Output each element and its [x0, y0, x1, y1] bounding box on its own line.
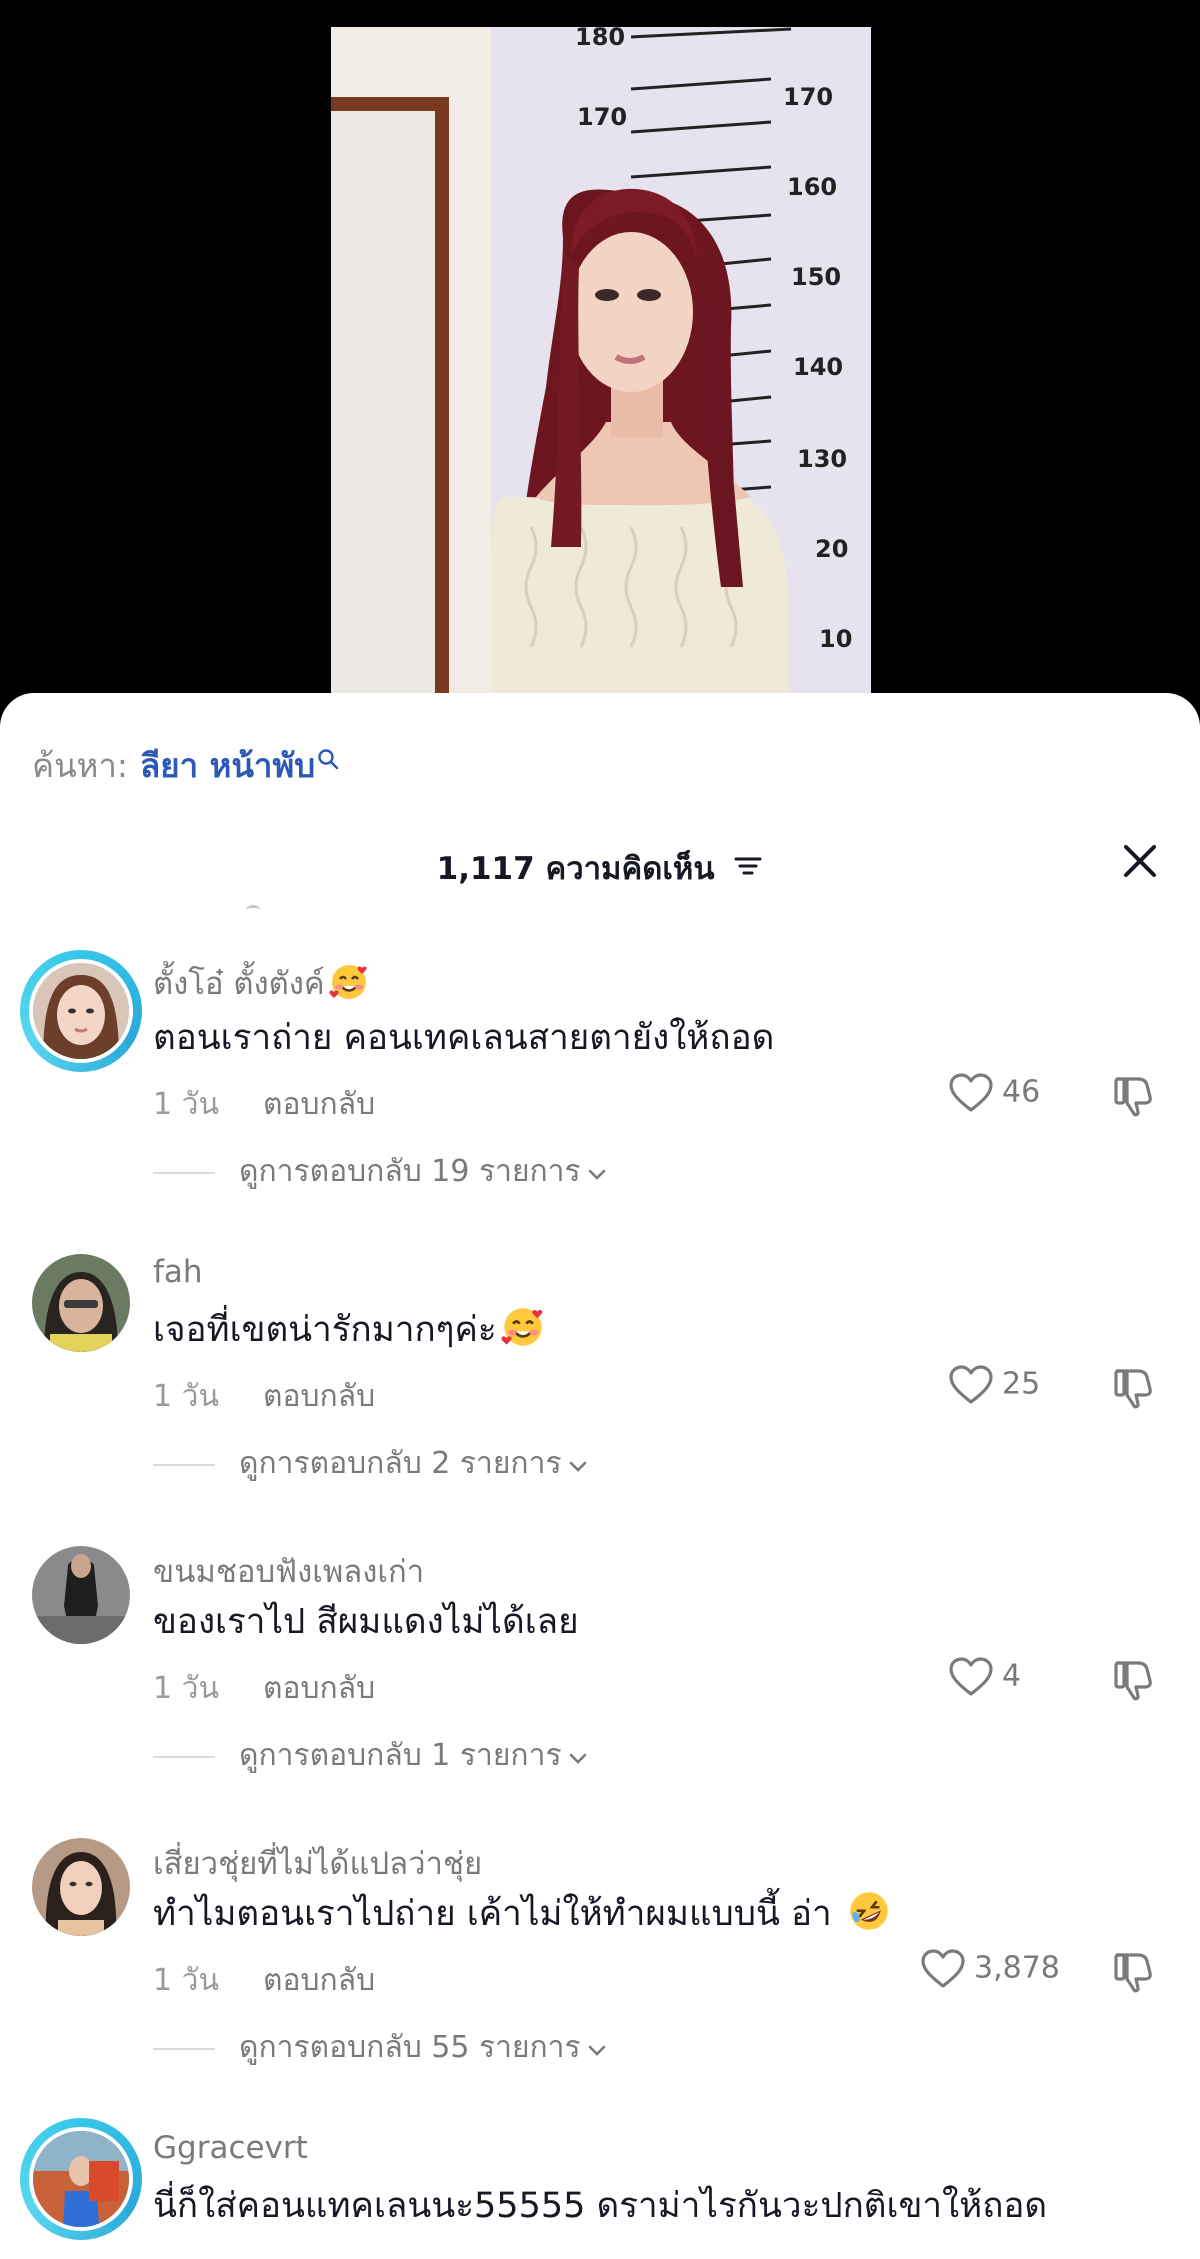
- chevron-down-icon: [568, 1739, 588, 1774]
- avatar-wrap[interactable]: [20, 1826, 142, 1948]
- view-replies-button[interactable]: ดูการตอบกลับ 19 รายการ: [153, 1148, 607, 1195]
- replies-divider-line: [153, 1755, 215, 1758]
- dislike-button[interactable]: [1110, 1071, 1158, 1123]
- comment-username[interactable]: Ggracevrt: [153, 2130, 308, 2166]
- heart-icon[interactable]: [920, 1948, 966, 1990]
- comment-username[interactable]: ขนมชอบฟังเพลงเก่า: [153, 1546, 424, 1596]
- comment-meta: 1 วัน ตอบกลับ: [153, 1957, 375, 2004]
- comment-meta: 1 วัน ตอบกลับ: [153, 1081, 375, 1128]
- avatar-story-ring[interactable]: [20, 2118, 142, 2240]
- chevron-down-icon: [587, 1155, 607, 1190]
- reply-button[interactable]: ตอบกลับ: [263, 1379, 375, 1414]
- avatar[interactable]: [29, 2127, 133, 2231]
- like-count: 4: [1002, 1658, 1022, 1694]
- heart-icon[interactable]: [948, 1364, 994, 1406]
- like-button[interactable]: 3,878: [920, 1948, 1070, 1990]
- ruler-mark: 140: [793, 353, 843, 381]
- ruler-mark: 170: [783, 83, 833, 111]
- like-count: 46: [1002, 1074, 1041, 1110]
- view-replies-button[interactable]: ดูการตอบกลับ 2 รายการ: [153, 1440, 588, 1487]
- smiling-face-with-hearts-icon: [501, 1305, 545, 1358]
- smiling-face-with-hearts-icon: [329, 962, 369, 1010]
- view-replies-button[interactable]: ดูการตอบกลับ 1 รายการ: [153, 1732, 588, 1779]
- comment-meta: 1 วัน ตอบกลับ: [153, 1665, 375, 1712]
- thumbs-down-icon[interactable]: [1110, 1947, 1158, 1995]
- search-icon[interactable]: [317, 739, 339, 778]
- comment-meta: 1 วัน ตอบกลับ: [153, 1373, 375, 1420]
- video-still: 180 170 170 160 160 150 140 130 20 10: [331, 27, 871, 697]
- ruler-mark: 180: [575, 27, 625, 51]
- close-button[interactable]: [1120, 841, 1160, 881]
- comment-text: นี่ก็ใส่คอนแทคเลนนะ55555 ดราม่าไรกันวะปก…: [153, 2186, 1048, 2226]
- comments-count-title: 1,117 ความคิดเห็น: [436, 851, 715, 887]
- dislike-button[interactable]: [1110, 1947, 1158, 1999]
- avatar[interactable]: [29, 959, 133, 1063]
- close-icon[interactable]: [1120, 841, 1160, 881]
- thumbs-down-icon[interactable]: [1110, 1071, 1158, 1119]
- ruler-mark: 160: [787, 173, 837, 201]
- replies-divider-line: [153, 2047, 215, 2050]
- ruler-mark: 20: [815, 535, 848, 563]
- ruler-mark: 10: [819, 625, 852, 653]
- heart-icon[interactable]: [948, 1072, 994, 1114]
- comment-time: 1 วัน: [153, 1671, 219, 1706]
- comments-header: 1,117 ความคิดเห็น: [0, 843, 1200, 893]
- chevron-down-icon: [587, 2031, 607, 2066]
- ruler-mark: 170: [577, 103, 627, 131]
- like-count: 3,878: [974, 1950, 1060, 1986]
- reply-button[interactable]: ตอบกลับ: [263, 1671, 375, 1706]
- search-label: ค้นหา:: [32, 746, 129, 785]
- avatar[interactable]: [32, 1546, 130, 1644]
- video-frame: 180 170 170 160 160 150 140 130 20 10: [331, 27, 871, 697]
- comment-text: ของเราไป สีผมแดงไม่ได้เลย: [153, 1602, 579, 1642]
- ruler-mark: 150: [791, 263, 841, 291]
- comment-text: ตอนเราถ่าย คอนเทคเลนสายตายังให้ถอด: [153, 1018, 775, 1058]
- thumbs-down-icon[interactable]: [1110, 1655, 1158, 1703]
- reply-button[interactable]: ตอบกลับ: [263, 1087, 375, 1122]
- chevron-down-icon: [568, 1447, 588, 1482]
- comment-time: 1 วัน: [153, 1087, 219, 1122]
- comment-username[interactable]: ตั้งโอ๋ ตั้งตังค์: [153, 958, 369, 1010]
- dislike-button[interactable]: [1110, 1363, 1158, 1415]
- scroll-indicator: [246, 905, 260, 914]
- like-button[interactable]: 25: [948, 1364, 1098, 1406]
- avatar-wrap[interactable]: [20, 1534, 142, 1656]
- rolling-on-the-floor-laughing-icon: [847, 1889, 891, 1942]
- dislike-button[interactable]: [1110, 1655, 1158, 1707]
- avatar-wrap[interactable]: [20, 1242, 142, 1364]
- comment-username[interactable]: เสี่ยวชุ่ยที่ไม่ได้แปลว่าชุ่ย: [153, 1838, 482, 1888]
- view-replies-button[interactable]: ดูการตอบกลับ 55 รายการ: [153, 2024, 607, 2071]
- ruler-mark: 130: [797, 445, 847, 473]
- avatar[interactable]: [32, 1838, 130, 1936]
- comment-text: เจอที่เขตน่ารักมากๆค่ะ: [153, 1302, 545, 1358]
- comment-time: 1 วัน: [153, 1963, 219, 1998]
- replies-divider-line: [153, 1171, 215, 1174]
- comments-sheet: ค้นหา: ลียา หน้าพับ 1,117 ความคิดเห็น ตั้…: [0, 693, 1200, 2259]
- avatar[interactable]: [32, 1254, 130, 1352]
- comment-text: ทำไมตอนเราไปถ่าย เค้าไม่ให้ทำผมแบบนี้ อ่…: [153, 1886, 891, 1942]
- video-player[interactable]: 180 170 170 160 160 150 140 130 20 10: [0, 0, 1200, 720]
- search-term-link[interactable]: ลียา หน้าพับ: [140, 746, 315, 785]
- reply-button[interactable]: ตอบกลับ: [263, 1963, 375, 1998]
- comment-time: 1 วัน: [153, 1379, 219, 1414]
- avatar-story-ring[interactable]: [20, 950, 142, 1072]
- like-button[interactable]: 46: [948, 1072, 1098, 1114]
- replies-divider-line: [153, 1463, 215, 1466]
- heart-icon[interactable]: [948, 1656, 994, 1698]
- sort-icon[interactable]: [733, 851, 763, 887]
- related-search[interactable]: ค้นหา: ลียา หน้าพับ: [32, 739, 339, 792]
- thumbs-down-icon[interactable]: [1110, 1363, 1158, 1411]
- like-button[interactable]: 4: [948, 1656, 1098, 1698]
- comment-username[interactable]: fah: [153, 1254, 203, 1290]
- like-count: 25: [1002, 1366, 1041, 1402]
